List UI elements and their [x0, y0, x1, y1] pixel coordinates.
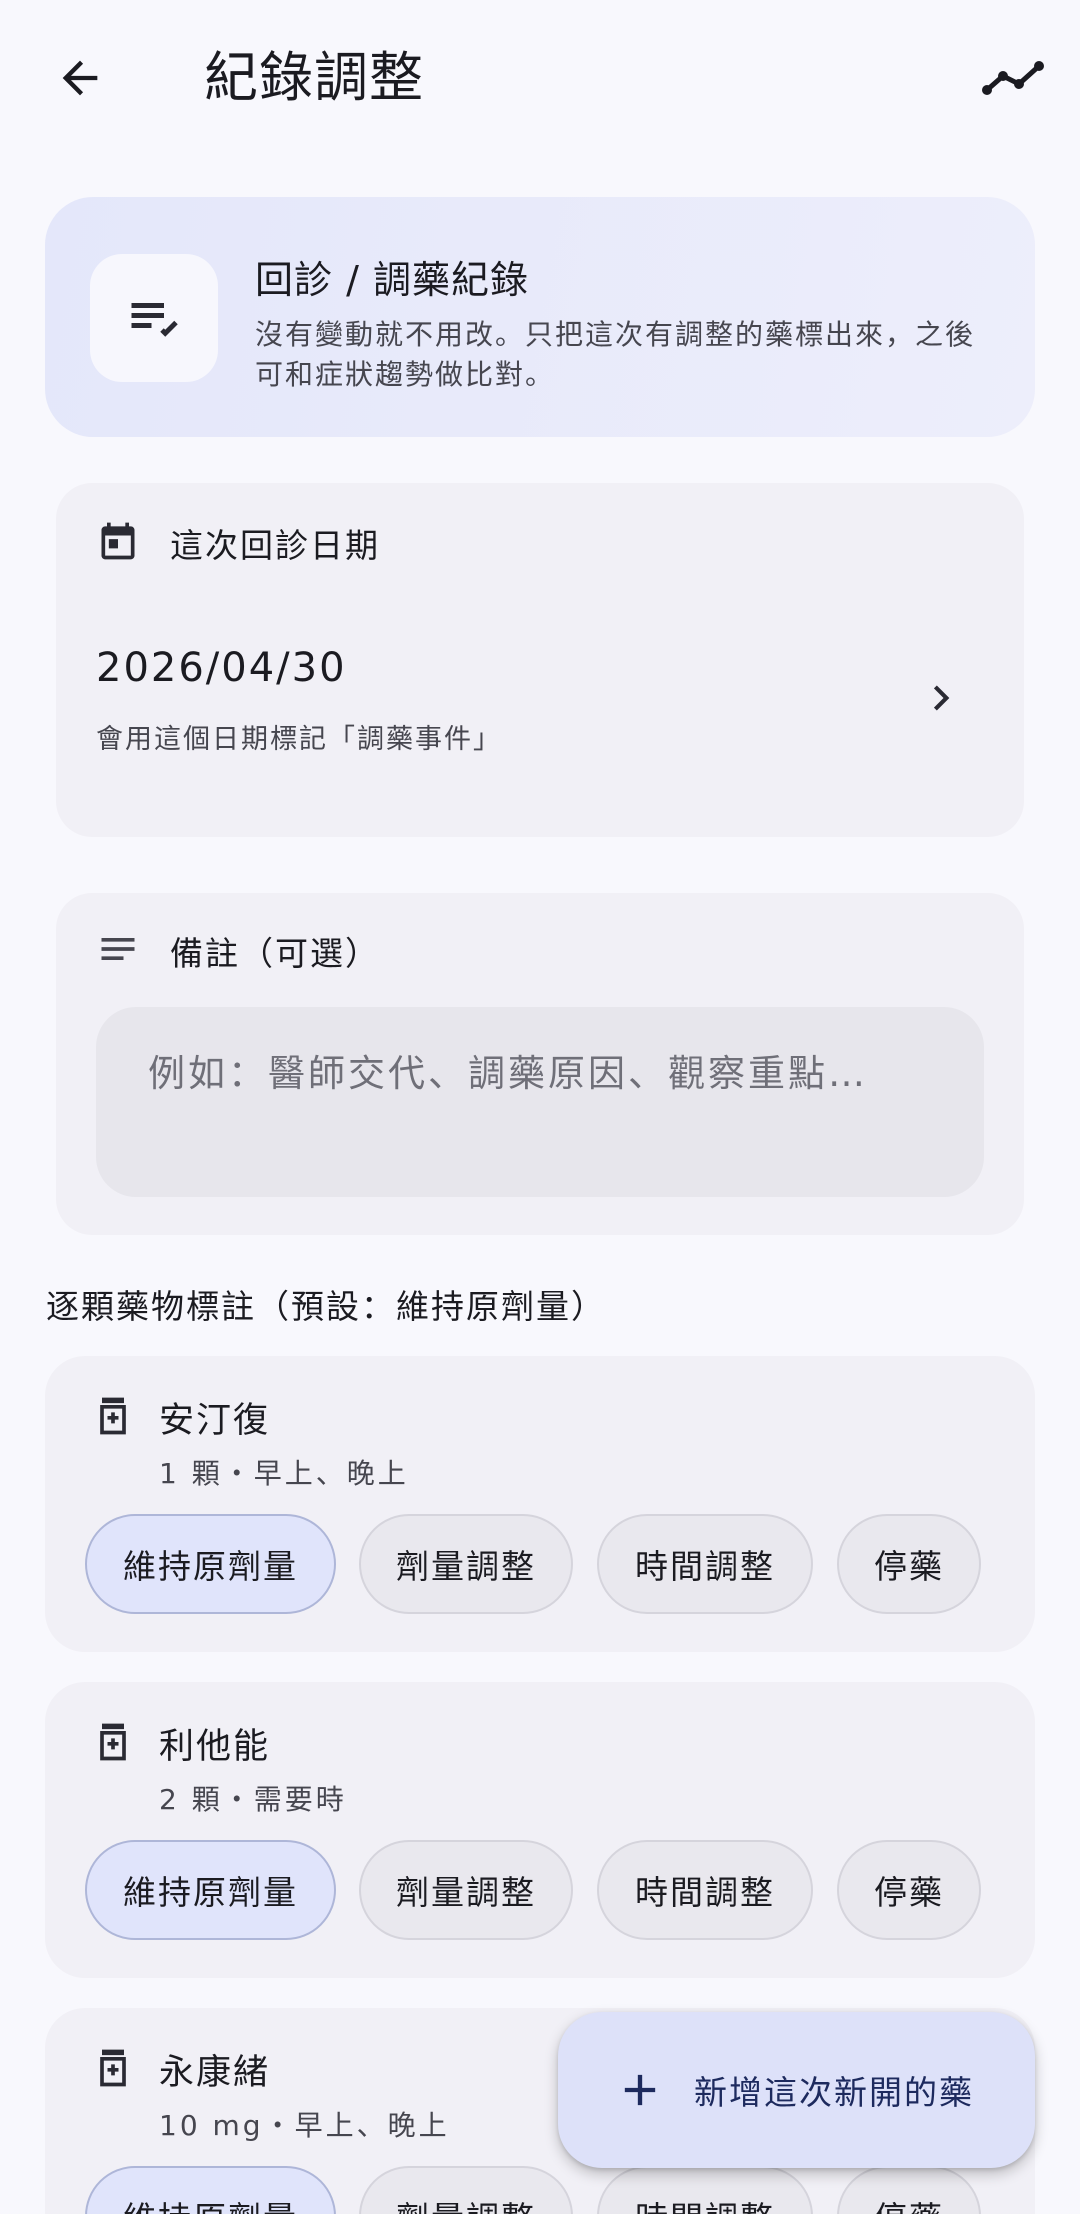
medication-card: 利他能 2 顆・需要時 維持原劑量 劑量調整 時間調整 停藥: [45, 1682, 1035, 1978]
medication-detail: 10 mg・早上、晚上: [159, 2109, 450, 2142]
arrow-back-icon: [62, 60, 98, 96]
chip-keep-dose[interactable]: 維持原劑量: [85, 1840, 336, 1940]
page-title: 紀錄調整: [204, 46, 424, 109]
chip-time-adjust[interactable]: 時間調整: [597, 1840, 813, 1940]
trend-button[interactable]: [972, 36, 1056, 120]
medication-section-label: 逐顆藥物標註（預設：維持原劑量）: [46, 1287, 606, 1326]
chip-dose-adjust[interactable]: 劑量調整: [359, 2166, 573, 2214]
medication-name: 安汀復: [159, 1401, 271, 1441]
medication-bottle-icon: [100, 1397, 126, 1435]
medication-name: 永康緒: [159, 2053, 271, 2093]
chevron-right-icon: [933, 685, 950, 711]
chip-keep-dose[interactable]: 維持原劑量: [85, 2166, 336, 2214]
add-new-medication-button[interactable]: 新增這次新開的藥: [558, 2012, 1035, 2168]
plus-icon: [624, 2074, 656, 2106]
medication-detail: 2 顆・需要時: [159, 1783, 347, 1816]
back-button[interactable]: [40, 38, 120, 118]
visit-date-hint: 會用這個日期標記「調藥事件」: [96, 724, 502, 755]
top-app-bar: 紀錄調整: [0, 0, 1080, 160]
trend-line-icon: [982, 61, 1044, 95]
chip-stop[interactable]: 停藥: [837, 1514, 981, 1614]
chip-stop[interactable]: 停藥: [837, 2166, 981, 2214]
chip-time-adjust[interactable]: 時間調整: [597, 2166, 813, 2214]
medication-bottle-icon: [100, 1723, 126, 1761]
chip-dose-adjust[interactable]: 劑量調整: [359, 1514, 573, 1614]
medication-detail: 1 顆・早上、晚上: [159, 1457, 409, 1490]
medication-bottle-icon: [100, 2049, 126, 2087]
chip-time-adjust[interactable]: 時間調整: [597, 1514, 813, 1614]
medication-card: 安汀復 1 顆・早上、晚上 維持原劑量 劑量調整 時間調整 停藥: [45, 1356, 1035, 1652]
medication-name: 利他能: [159, 1727, 271, 1767]
header-subtitle: 沒有變動就不用改。只把這次有調整的藥標出來，之後可和症狀趨勢做比對。: [255, 318, 976, 391]
note-input[interactable]: 例如：醫師交代、調藥原因、觀察重點…: [96, 1007, 984, 1197]
chip-dose-adjust[interactable]: 劑量調整: [359, 1840, 573, 1940]
header-icon-container: [90, 254, 218, 382]
note-card: 備註（可選） 例如：醫師交代、調藥原因、觀察重點…: [56, 893, 1024, 1235]
calendar-icon: [101, 522, 135, 560]
visit-date-value: 2026/04/30: [96, 645, 347, 691]
info-header-card: 回診 / 調藥紀錄 沒有變動就不用改。只把這次有調整的藥標出來，之後可和症狀趨勢…: [45, 197, 1035, 437]
header-title: 回診 / 調藥紀錄: [255, 258, 529, 302]
chip-stop[interactable]: 停藥: [837, 1840, 981, 1940]
visit-date-label: 這次回診日期: [170, 526, 380, 565]
playlist-check-icon: [131, 303, 178, 337]
notes-icon: [101, 938, 135, 960]
chip-keep-dose[interactable]: 維持原劑量: [85, 1514, 336, 1614]
fab-label: 新增這次新開的藥: [694, 2073, 974, 2112]
note-label: 備註（可選）: [170, 934, 380, 973]
visit-date-card[interactable]: 這次回診日期 2026/04/30 會用這個日期標記「調藥事件」: [56, 483, 1024, 837]
